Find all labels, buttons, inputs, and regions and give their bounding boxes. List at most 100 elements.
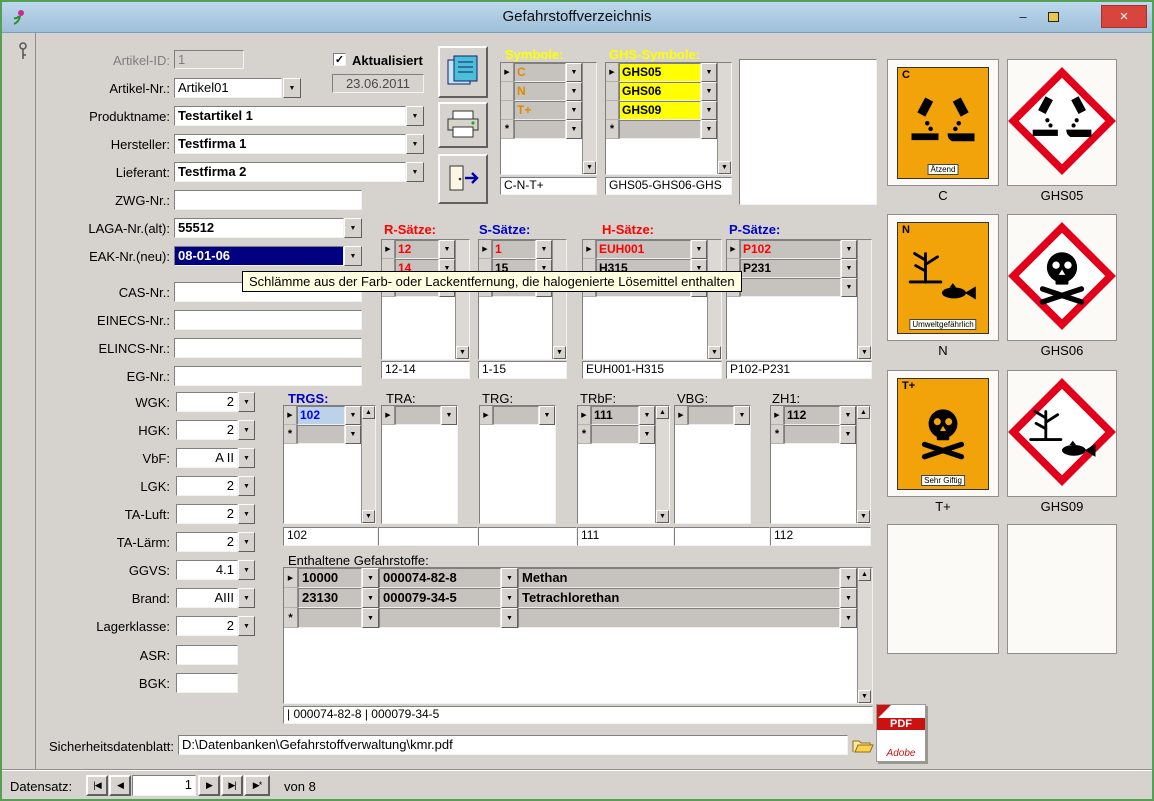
laga-nr-dropdown-icon[interactable]: ▼	[344, 218, 362, 238]
vbg-value-empty[interactable]	[688, 406, 734, 425]
record-selector-icon[interactable]: ▶	[382, 240, 395, 259]
dropdown-arrow-icon[interactable]: ▼	[701, 101, 717, 120]
record-selector-icon[interactable]: ▶	[284, 568, 298, 588]
report-button[interactable]	[438, 46, 488, 98]
ghs-value-empty[interactable]	[619, 120, 701, 139]
ta-luft-dropdown-icon[interactable]: ▼	[238, 504, 255, 524]
dropdown-arrow-icon[interactable]: ▼	[566, 120, 582, 139]
scrollbar[interactable]: ▼	[707, 240, 721, 359]
scroll-down-icon[interactable]: ▼	[456, 346, 469, 359]
new-record-icon[interactable]: *	[771, 425, 784, 444]
dropdown-arrow-icon[interactable]: ▼	[841, 278, 857, 297]
scrollbar[interactable]: ▼	[582, 63, 596, 174]
scroll-down-icon[interactable]: ▼	[583, 161, 596, 174]
dropdown-arrow-icon[interactable]: ▼	[734, 406, 750, 425]
dropdown-arrow-icon[interactable]: ▼	[840, 406, 856, 425]
record-selector[interactable]	[284, 588, 298, 608]
gefahrstoff-id[interactable]: 23130	[298, 588, 362, 608]
scroll-down-icon[interactable]: ▼	[708, 346, 721, 359]
ta-laerm-input[interactable]: 2	[176, 532, 238, 552]
wgk-dropdown-icon[interactable]: ▼	[238, 392, 255, 412]
wgk-input[interactable]: 2	[176, 392, 238, 412]
new-record-icon[interactable]: *	[284, 425, 297, 444]
record-selector-icon[interactable]: ▶	[727, 240, 740, 259]
tra-value-empty[interactable]	[395, 406, 441, 425]
new-record-icon[interactable]: *	[578, 425, 591, 444]
dropdown-arrow-icon[interactable]: ▼	[691, 240, 707, 259]
scroll-down-icon[interactable]: ▼	[858, 690, 871, 703]
dropdown-arrow-icon[interactable]: ▼	[841, 240, 857, 259]
scrollbar[interactable]: ▼	[717, 63, 731, 174]
dropdown-arrow-icon[interactable]: ▼	[840, 608, 857, 628]
eak-nr-dropdown-icon[interactable]: ▼	[344, 246, 362, 266]
gefahrstoff-id-empty[interactable]	[298, 608, 362, 628]
gefahrstoff-name[interactable]: Methan	[518, 568, 840, 588]
next-record-button[interactable]: ▶	[198, 775, 220, 796]
scroll-up-icon[interactable]: ▲	[656, 406, 669, 419]
gefahrstoff-id[interactable]: 10000	[298, 568, 362, 588]
p-satz-value[interactable]: P102	[740, 240, 841, 259]
laga-nr-input[interactable]: 55512	[174, 218, 344, 238]
dropdown-arrow-icon[interactable]: ▼	[840, 588, 857, 608]
aktualisiert-checkbox[interactable]: ✓	[333, 53, 346, 66]
first-record-button[interactable]: |◀	[86, 775, 108, 796]
maximize-button[interactable]	[1038, 5, 1068, 28]
eg-nr-input[interactable]	[174, 366, 362, 386]
scroll-down-icon[interactable]: ▼	[656, 510, 669, 523]
asr-input[interactable]	[176, 645, 238, 665]
scrollbar[interactable]: ▲▼	[655, 406, 669, 523]
bgk-input[interactable]	[176, 673, 238, 693]
elincs-nr-input[interactable]	[174, 338, 362, 358]
ghs-value[interactable]: GHS06	[619, 82, 701, 101]
symbol-value[interactable]: C	[514, 63, 566, 82]
scrollbar[interactable]: ▼	[857, 240, 871, 359]
ggvs-input[interactable]: 4.1	[176, 560, 238, 580]
vbf-dropdown-icon[interactable]: ▼	[238, 448, 255, 468]
dropdown-arrow-icon[interactable]: ▼	[501, 568, 518, 588]
scroll-up-icon[interactable]: ▲	[858, 568, 871, 581]
folder-open-icon[interactable]	[852, 738, 874, 757]
dropdown-arrow-icon[interactable]: ▼	[536, 240, 552, 259]
record-selector[interactable]	[606, 101, 619, 120]
record-selector[interactable]	[606, 82, 619, 101]
dropdown-arrow-icon[interactable]: ▼	[439, 240, 455, 259]
dropdown-arrow-icon[interactable]: ▼	[362, 568, 379, 588]
trg-value-empty[interactable]	[493, 406, 539, 425]
artikel-nr-dropdown-icon[interactable]: ▼	[283, 78, 301, 98]
scroll-up-icon[interactable]: ▲	[857, 406, 870, 419]
hersteller-dropdown-icon[interactable]: ▼	[406, 134, 424, 154]
dropdown-arrow-icon[interactable]: ▼	[841, 259, 857, 278]
dropdown-arrow-icon[interactable]: ▼	[840, 425, 856, 444]
record-selector-icon[interactable]: ▶	[284, 406, 297, 425]
record-selector-icon[interactable]: ▶	[480, 406, 493, 425]
scroll-down-icon[interactable]: ▼	[362, 510, 375, 523]
new-record-icon[interactable]: *	[501, 120, 514, 139]
dropdown-arrow-icon[interactable]: ▼	[362, 608, 379, 628]
exit-button[interactable]	[438, 154, 488, 204]
record-selector-icon[interactable]: ▶	[583, 240, 596, 259]
record-selector-icon[interactable]: ▶	[479, 240, 492, 259]
close-button[interactable]: ×	[1101, 5, 1147, 28]
dropdown-arrow-icon[interactable]: ▼	[539, 406, 555, 425]
dropdown-arrow-icon[interactable]: ▼	[701, 82, 717, 101]
dropdown-arrow-icon[interactable]: ▼	[566, 101, 582, 120]
s-satz-value[interactable]: 1	[492, 240, 536, 259]
trgs-value-empty[interactable]	[297, 425, 345, 444]
dropdown-arrow-icon[interactable]: ▼	[566, 82, 582, 101]
last-record-button[interactable]: ▶|	[221, 775, 243, 796]
scroll-down-icon[interactable]: ▼	[718, 161, 731, 174]
previous-record-button[interactable]: ◀	[109, 775, 131, 796]
new-record-icon[interactable]: *	[606, 120, 619, 139]
dropdown-arrow-icon[interactable]: ▼	[840, 568, 857, 588]
dropdown-arrow-icon[interactable]: ▼	[701, 63, 717, 82]
artikel-nr-input[interactable]: Artikel01	[174, 78, 282, 98]
dropdown-arrow-icon[interactable]: ▼	[441, 406, 457, 425]
sdb-path-input[interactable]: D:\Datenbanken\Gefahrstoffverwaltung\kmr…	[178, 735, 848, 755]
record-number-input[interactable]: 1	[132, 775, 196, 796]
lieferant-input[interactable]: Testfirma 2	[174, 162, 406, 182]
scrollbar[interactable]: ▼	[455, 240, 469, 359]
pdf-file-icon[interactable]: PDF Adobe	[876, 704, 926, 762]
scroll-down-icon[interactable]: ▼	[553, 346, 566, 359]
trbf-value[interactable]: 111	[591, 406, 639, 425]
p-satz-value-empty[interactable]	[740, 278, 841, 297]
